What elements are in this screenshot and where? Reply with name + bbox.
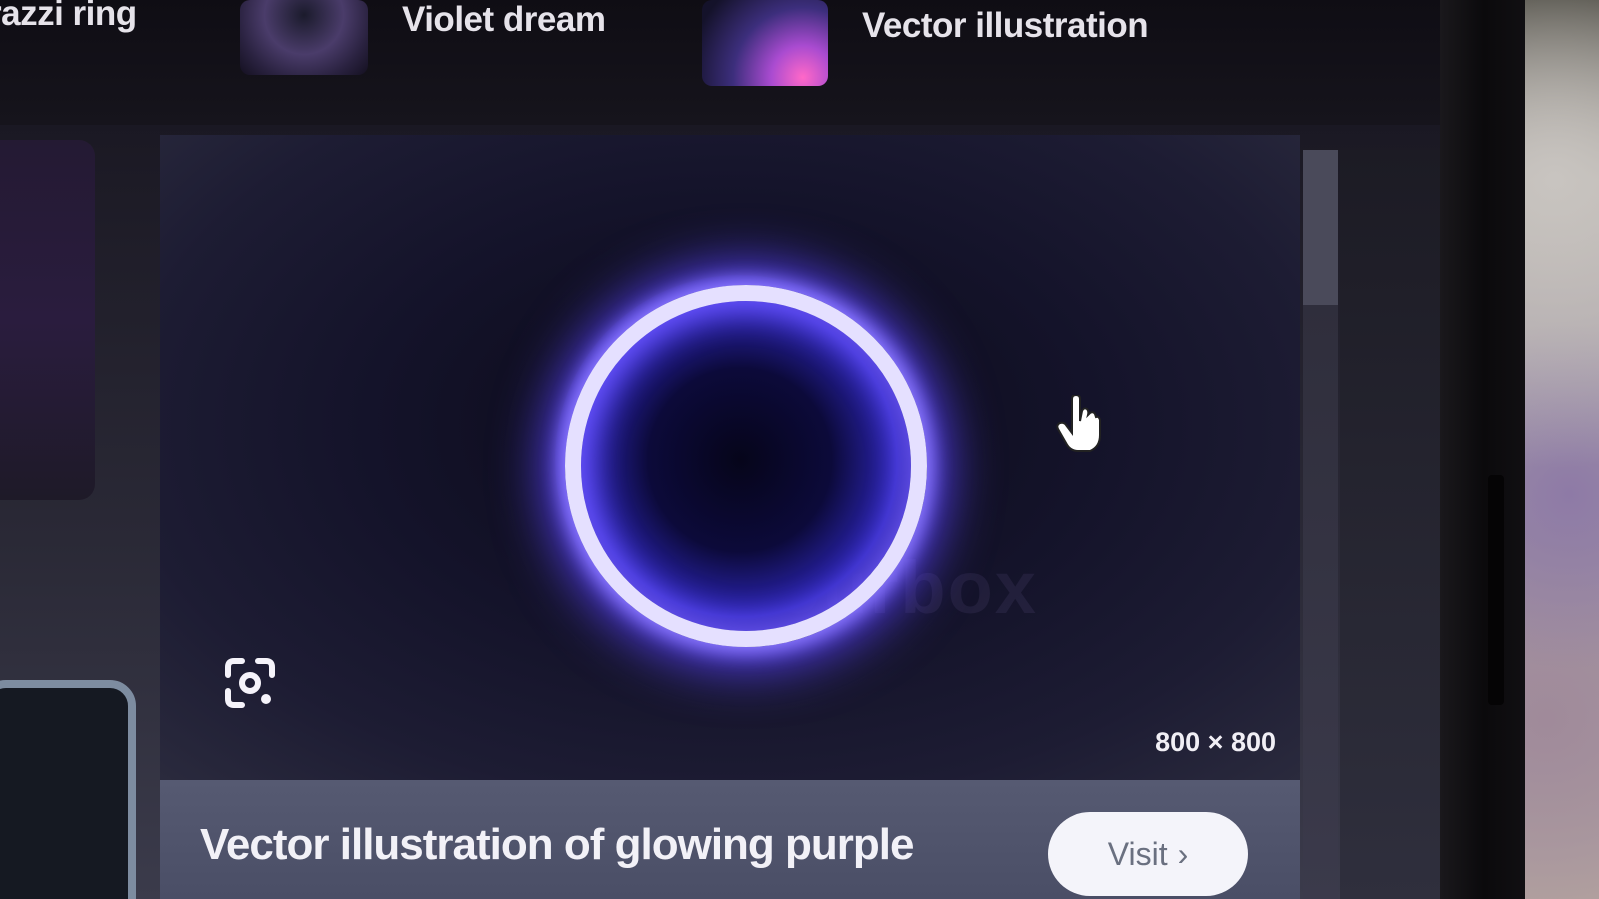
related-chip-label: Violet dream <box>402 0 606 39</box>
image-info-bar: Vector illustration of glowing purple Vi… <box>160 780 1300 899</box>
related-chip-label: Vector illustration <box>862 6 1149 45</box>
right-results-column <box>1340 150 1440 899</box>
background-cloth <box>1525 0 1599 899</box>
related-thumbnail <box>702 0 828 86</box>
image-title[interactable]: Vector illustration of glowing purple <box>200 820 914 870</box>
result-thumbnail-left[interactable] <box>0 140 95 500</box>
scrollbar-thumb[interactable] <box>1303 150 1338 305</box>
related-chip-3[interactable]: Vector illustration <box>702 0 1149 86</box>
result-thumbnail-selected[interactable] <box>0 680 136 899</box>
related-chip-label: razzi ring <box>0 0 137 33</box>
google-lens-icon[interactable] <box>222 655 278 711</box>
chevron-right-icon: › <box>1177 835 1189 872</box>
photo-of-laptop-screen: razzi ring Violet dream Vector illustrat… <box>0 0 1599 899</box>
visit-label: Visit <box>1107 835 1168 872</box>
visit-button[interactable]: Visit › <box>1048 812 1248 896</box>
ring-outline <box>565 285 927 647</box>
related-chip-1[interactable]: razzi ring <box>0 0 137 34</box>
hand-pointer-icon <box>1056 393 1104 455</box>
browser-screen: razzi ring Violet dream Vector illustrat… <box>0 0 1440 899</box>
related-thumbnail <box>240 0 368 75</box>
glowing-ring-image <box>555 275 927 647</box>
bezel-slot <box>1488 475 1504 705</box>
related-chip-2[interactable]: Violet dream <box>240 0 606 75</box>
related-images-strip: razzi ring Violet dream Vector illustrat… <box>0 0 1440 125</box>
image-preview[interactable]: Colourbox 800 × 800 <box>160 135 1300 780</box>
image-dimensions: 800 × 800 <box>1155 727 1276 757</box>
